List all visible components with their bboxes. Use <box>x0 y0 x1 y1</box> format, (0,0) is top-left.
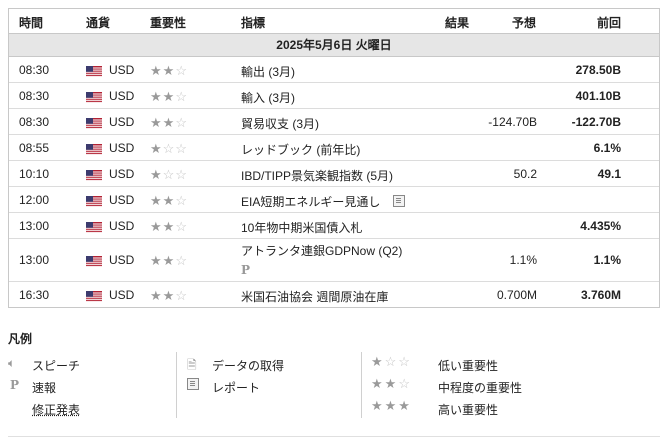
table-row[interactable]: 10:10 USD ★☆☆ IBD/TIPP景気楽観指数 (5月) 50.2 49.1 <box>9 161 659 187</box>
event-time: 08:30 <box>19 63 50 77</box>
event-time: 16:30 <box>19 288 50 302</box>
event-forecast: 0.700M <box>496 288 537 302</box>
importance-stars-icon: ★☆☆ <box>150 167 188 182</box>
preliminary-icon: P <box>241 263 251 277</box>
event-indicator-link[interactable]: 輸出 (3月) <box>241 63 295 80</box>
report-icon <box>393 195 405 209</box>
footer-divider <box>8 436 660 437</box>
header-importance: 重要性 <box>150 16 187 30</box>
legend-revised-link[interactable]: 修正発表 <box>32 401 80 418</box>
legend-divider-2 <box>361 352 362 418</box>
event-currency: USD <box>109 89 135 103</box>
legend-report: レポート <box>212 381 261 395</box>
header-currency: 通貨 <box>86 16 111 30</box>
legend-data-fetch: データの取得 <box>212 359 285 373</box>
importance-stars-icon: ★★☆ <box>150 288 188 303</box>
event-previous: 1.1% <box>593 253 621 267</box>
event-previous: -122.70B <box>571 115 621 129</box>
importance-stars-icon: ★★☆ <box>150 89 188 104</box>
event-indicator-link[interactable]: 輸入 (3月) <box>241 89 295 106</box>
event-previous: 4.435% <box>580 219 621 233</box>
importance-stars-icon: ★★☆ <box>150 193 188 208</box>
us-flag-icon <box>86 144 102 155</box>
event-forecast: 50.2 <box>513 167 537 181</box>
table-row[interactable]: 08:30 USD ★★☆ 輸出 (3月) 278.50B <box>9 57 659 83</box>
event-indicator-link[interactable]: IBD/TIPP景気楽観指数 (5月) <box>241 167 393 184</box>
us-flag-icon <box>86 118 102 129</box>
legend-speech: スピーチ <box>32 359 81 373</box>
event-previous: 3.760M <box>580 288 621 302</box>
event-time: 08:30 <box>19 115 50 129</box>
header-indicator: 指標 <box>241 16 266 30</box>
us-flag-icon <box>86 222 102 233</box>
event-currency: USD <box>109 253 135 267</box>
event-indicator-link[interactable]: 米国石油協会 週間原油在庫 <box>241 288 388 305</box>
legend-preliminary: 速報 <box>32 381 57 395</box>
event-previous: 278.50B <box>575 63 621 77</box>
event-time: 08:30 <box>19 89 50 103</box>
importance-stars-icon: ★★☆ <box>150 253 188 268</box>
event-rows: 08:30 USD ★★☆ 輸出 (3月) 278.50B 08:30 USD ★★☆ 輸入 (… <box>9 57 659 307</box>
event-currency: USD <box>109 219 135 233</box>
importance-stars-icon: ★☆☆ <box>150 141 188 156</box>
event-currency: USD <box>109 115 135 129</box>
event-forecast: 1.1% <box>509 253 537 267</box>
event-time: 13:00 <box>19 253 50 267</box>
importance-stars-icon: ★★☆ <box>150 63 188 78</box>
high-importance-stars-icon: ★★★ <box>371 398 412 413</box>
header-time: 時間 <box>19 16 44 30</box>
legend-divider-1 <box>176 352 177 418</box>
event-indicator-link[interactable]: 貿易収支 (3月) <box>241 115 319 132</box>
event-currency: USD <box>109 167 135 181</box>
table-row[interactable]: 12:00 USD ★★☆ EIA短期エネルギー見通し <box>9 187 659 213</box>
legend-low: 低い重要性 <box>438 359 499 373</box>
event-currency: USD <box>109 63 135 77</box>
event-currency: USD <box>109 141 135 155</box>
event-previous: 49.1 <box>597 167 621 181</box>
economic-calendar-table: 時間 通貨 重要性 指標 結果 予想 前回 2025年5月6日 火曜日 08:3… <box>8 8 660 308</box>
event-previous: 401.10B <box>575 89 621 103</box>
event-indicator-link[interactable]: 10年物中期米国債入札 <box>241 219 362 236</box>
event-indicator-link[interactable]: EIA短期エネルギー見通し <box>241 193 380 210</box>
report-icon <box>187 378 199 392</box>
preliminary-icon: P <box>10 378 20 392</box>
data-fetch-icon: 🗎︎ <box>187 358 197 372</box>
table-row[interactable]: 08:30 USD ★★☆ 貿易収支 (3月) -124.70B -122.70B <box>9 109 659 135</box>
legend-title: 凡例 <box>8 332 33 346</box>
header-result: 結果 <box>445 16 470 30</box>
speaker-icon: 🔈︎ <box>8 356 16 370</box>
legend-high: 高い重要性 <box>438 403 499 417</box>
event-forecast: -124.70B <box>488 115 537 129</box>
table-row[interactable]: 08:30 USD ★★☆ 輸入 (3月) 401.10B <box>9 83 659 109</box>
event-previous: 6.1% <box>593 141 621 155</box>
us-flag-icon <box>86 256 102 267</box>
us-flag-icon <box>86 92 102 103</box>
event-indicator-link[interactable]: アトランタ連銀GDPNow (Q2) <box>241 242 402 259</box>
us-flag-icon <box>86 170 102 181</box>
importance-stars-icon: ★★☆ <box>150 219 188 234</box>
importance-stars-icon: ★★☆ <box>150 115 188 130</box>
table-row[interactable]: 13:00 USD ★★☆ 10年物中期米国債入札 4.435% <box>9 213 659 239</box>
table-row[interactable]: 16:30 USD ★★☆ 米国石油協会 週間原油在庫 0.700M 3.760M <box>9 282 659 307</box>
event-time: 13:00 <box>19 219 50 233</box>
event-time: 12:00 <box>19 193 50 207</box>
table-row[interactable]: 08:55 USD ★☆☆ レッドブック (前年比) 6.1% <box>9 135 659 161</box>
event-time: 08:55 <box>19 141 50 155</box>
us-flag-icon <box>86 66 102 77</box>
table-header: 時間 通貨 重要性 指標 結果 予想 前回 <box>9 9 659 34</box>
event-time: 10:10 <box>19 167 50 181</box>
event-currency: USD <box>109 193 135 207</box>
medium-importance-stars-icon: ★★☆ <box>371 376 412 391</box>
low-importance-stars-icon: ★☆☆ <box>371 354 412 369</box>
date-row: 2025年5月6日 火曜日 <box>9 34 659 57</box>
event-indicator-link[interactable]: レッドブック (前年比) <box>241 141 360 158</box>
legend-medium: 中程度の重要性 <box>438 381 523 395</box>
event-currency: USD <box>109 288 135 302</box>
us-flag-icon <box>86 196 102 207</box>
header-forecast: 予想 <box>512 16 537 30</box>
us-flag-icon <box>86 291 102 302</box>
table-row[interactable]: 13:00 USD ★★☆ アトランタ連銀GDPNow (Q2) 1.1% 1.1% P <box>9 239 659 282</box>
header-previous: 前回 <box>597 16 622 30</box>
